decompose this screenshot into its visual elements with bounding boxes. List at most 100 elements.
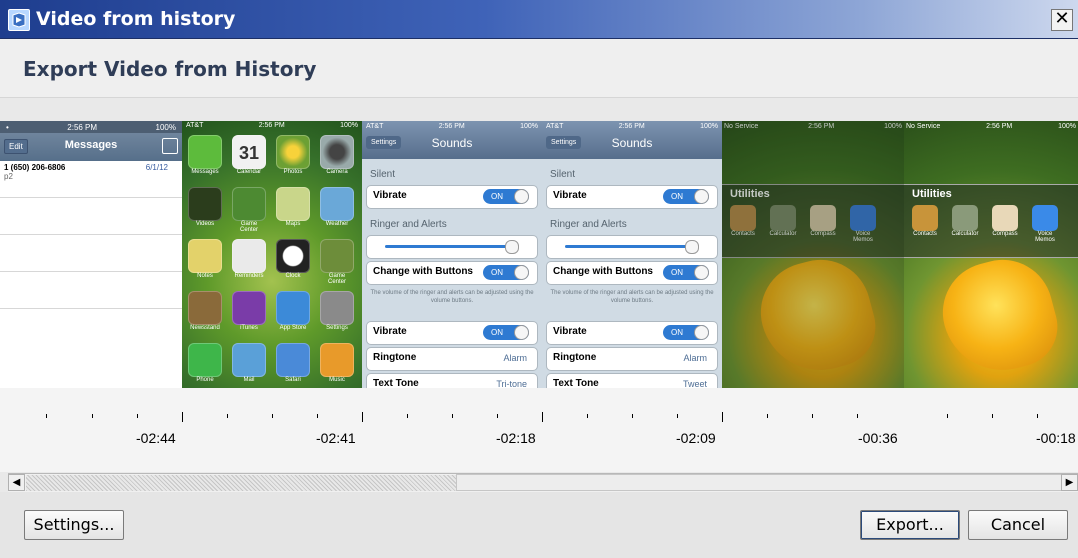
vibrate-cell: Vibrate ON: [546, 321, 718, 345]
sounds-title: Sounds: [611, 136, 653, 150]
app-label: Camera: [326, 169, 348, 175]
app-label: App Store: [279, 325, 307, 331]
volume-slider-knob: [685, 240, 699, 254]
text-tone-cell: Text Tone Tri-tone: [366, 373, 538, 388]
section-label: Silent: [550, 169, 576, 180]
video-frame-sounds-a[interactable]: AT&T 2:56 PM 100% Settings Sounds Silent…: [362, 121, 542, 388]
status-battery: 100%: [155, 123, 176, 132]
minor-tick: [767, 414, 768, 418]
status-carrier: AT&T: [186, 122, 204, 129]
cell-label: Vibrate: [553, 326, 587, 337]
app-label: Maps: [285, 221, 301, 227]
thumbnail-strip[interactable]: • 2:56 PM 100% Edit Messages 1 (650) 206…: [0, 121, 1078, 388]
cell-label: Vibrate: [373, 190, 407, 201]
cell-label: Vibrate: [373, 326, 407, 337]
major-tick: [362, 412, 363, 422]
status-time: 2:56 PM: [258, 122, 285, 129]
timecode-label: -00:36: [858, 430, 898, 446]
app-label: Photos: [283, 169, 303, 175]
minor-tick: [92, 414, 93, 418]
cancel-button[interactable]: Cancel: [968, 510, 1068, 540]
minor-tick: [317, 414, 318, 418]
volume-cell: [546, 235, 718, 259]
maps-app-icon: [276, 187, 310, 221]
arrow-left-icon[interactable]: ◀: [13, 477, 21, 488]
status-bar: No Service 2:56 PM 100%: [906, 123, 1076, 130]
minor-tick: [677, 414, 678, 418]
cell-label: Ringtone: [553, 352, 597, 363]
scroll-track[interactable]: [26, 475, 456, 491]
calculator-app-icon: [952, 205, 978, 231]
video-frame-sounds-b[interactable]: AT&T 2:56 PM 100% Settings Sounds Silent…: [542, 121, 722, 388]
dialog-footer: Settings... Export... Cancel: [0, 492, 1078, 558]
major-tick: [722, 412, 723, 422]
music-app-icon: [320, 343, 354, 377]
list-item: [0, 235, 182, 272]
game-app-icon: [320, 239, 354, 273]
scroll-thumb[interactable]: [456, 474, 1068, 491]
volume-slider: [385, 245, 513, 248]
major-tick: [182, 412, 183, 422]
volume-slider: [565, 245, 693, 248]
ringtone-cell: Ringtone Alarm: [546, 347, 718, 371]
change-buttons-toggle: ON: [483, 265, 529, 280]
list-item: [0, 272, 182, 309]
message-date: 6/1/12: [145, 163, 168, 172]
vibrate-toggle: ON: [663, 325, 709, 340]
scroll-left-button[interactable]: ◀: [8, 474, 25, 491]
minor-tick: [587, 414, 588, 418]
section-label: Silent: [370, 169, 396, 180]
app-label: Mail: [243, 377, 255, 383]
itunes-app-icon: [232, 291, 266, 325]
timecode-label: -02:18: [496, 430, 536, 446]
video-frame-messages[interactable]: • 2:56 PM 100% Edit Messages 1 (650) 206…: [0, 121, 182, 388]
video-frame-utilities-a[interactable]: No Service 2:56 PM 100% Utilities Contac…: [722, 121, 904, 388]
horizontal-scrollbar[interactable]: ◀ ▶: [8, 473, 1078, 493]
app-label: Voice Memos: [1035, 231, 1055, 243]
ringtone-cell: Ringtone Alarm: [366, 347, 538, 371]
app-label: Weather: [325, 221, 349, 227]
app-label: Compass: [992, 231, 1018, 237]
message-preview: p2: [4, 172, 13, 181]
compass-app-icon: [992, 205, 1018, 231]
minor-tick: [137, 414, 138, 418]
timeline-ruler[interactable]: -02:44 -02:41 -02:18 -02:09 -00:36 -00:1…: [0, 388, 1078, 472]
status-carrier: AT&T: [546, 123, 564, 130]
folder-panel: Utilities Contacts Calculator Compass Vo…: [904, 184, 1078, 258]
close-icon[interactable]: ✕: [1054, 8, 1069, 29]
message-sender: 1 (650) 206-6806: [4, 163, 66, 172]
app-label: Safari: [285, 377, 301, 383]
title-bar: Video from history ✕: [0, 0, 1078, 39]
camera-app-icon: [320, 135, 354, 169]
status-carrier: AT&T: [366, 123, 384, 130]
video-frame-utilities-b[interactable]: No Service 2:56 PM 100% Utilities Contac…: [904, 121, 1078, 388]
app-label: Game Center: [239, 221, 258, 233]
settings-button[interactable]: Settings...: [24, 510, 124, 540]
vibrate-toggle: ON: [483, 325, 529, 340]
status-battery: 100%: [340, 122, 358, 129]
minor-tick: [497, 414, 498, 418]
mail-app-icon: [232, 343, 266, 377]
scroll-right-button[interactable]: ▶: [1061, 474, 1078, 491]
change-buttons-toggle: ON: [663, 265, 709, 280]
messages-navbar: • 2:56 PM 100% Edit Messages: [0, 121, 182, 161]
video-frame-home[interactable]: AT&T 2:56 PM 100% Messages 31 Calendar Ph…: [182, 121, 362, 388]
cell-label: Ringtone: [373, 352, 417, 363]
videos-app-icon: [188, 187, 222, 221]
flower-wallpaper: [931, 248, 1067, 384]
cell-label: Text Tone: [373, 378, 419, 388]
cell-label: Vibrate: [553, 190, 587, 201]
vibrate-toggle: ON: [663, 189, 709, 204]
app-label: Calculator: [951, 231, 979, 237]
status-time: 2:56 PM: [618, 123, 645, 130]
arrow-right-icon[interactable]: ▶: [1066, 477, 1074, 488]
timecode-label: -02:44: [136, 430, 176, 446]
close-button[interactable]: ✕: [1051, 9, 1073, 31]
cell-label: Text Tone: [553, 378, 599, 388]
newsstand-app-icon: [188, 291, 222, 325]
export-button[interactable]: Export...: [860, 510, 960, 540]
status-time: 2:56 PM: [986, 123, 1013, 130]
status-bar: AT&T 2:56 PM 100%: [186, 122, 358, 129]
page-title: Export Video from History: [23, 57, 317, 81]
minor-tick: [452, 414, 453, 418]
